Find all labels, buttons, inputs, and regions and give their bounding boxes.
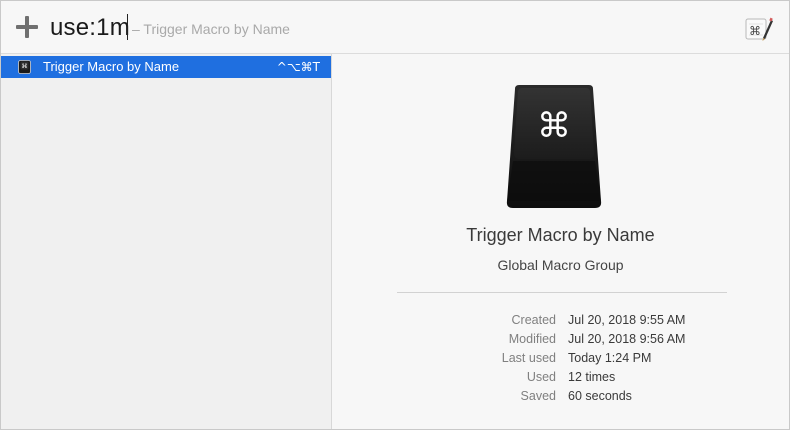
macro-group: Global Macro Group xyxy=(497,257,624,273)
search-input[interactable]: use:1m xyxy=(50,13,130,43)
search-bar: use:1m – Trigger Macro by Name ⌘ xyxy=(1,1,789,54)
info-label: Modified xyxy=(508,332,556,346)
list-item-shortcut: ^⌥⌘T xyxy=(276,60,320,74)
editor-glyph: ⌘ xyxy=(749,24,761,38)
macro-title: Trigger Macro by Name xyxy=(466,225,655,245)
info-value: Jul 20, 2018 9:56 AM xyxy=(568,332,686,346)
info-value: Jul 20, 2018 9:55 AM xyxy=(568,313,686,327)
results-list: ⌘ Trigger Macro by Name ^⌥⌘T xyxy=(1,54,332,429)
text-caret xyxy=(127,14,128,40)
info-label: Last used xyxy=(501,351,556,365)
svg-text:⌘: ⌘ xyxy=(22,63,28,70)
editor-icon[interactable]: ⌘ xyxy=(743,14,773,42)
info-created: Created Jul 20, 2018 9:55 AM xyxy=(332,311,789,330)
info-value: Today 1:24 PM xyxy=(568,351,652,365)
keycap-glyph: ⌘ xyxy=(537,106,571,146)
command-keycap-icon: ⌘ xyxy=(505,83,603,211)
plus-icon[interactable] xyxy=(15,15,39,39)
info-value: 12 times xyxy=(568,370,616,384)
command-key-icon: ⌘ xyxy=(18,60,31,74)
list-item-label: Trigger Macro by Name xyxy=(43,59,180,74)
search-hint: – Trigger Macro by Name xyxy=(132,21,290,37)
info-value: 60 seconds xyxy=(568,389,632,403)
info-label: Created xyxy=(511,313,556,327)
info-label: Used xyxy=(526,370,556,384)
macro-search-window: use:1m – Trigger Macro by Name ⌘ ⌘ Trigg… xyxy=(0,0,790,430)
list-item[interactable]: ⌘ Trigger Macro by Name ^⌥⌘T xyxy=(1,56,331,78)
info-last-used: Last used Today 1:24 PM xyxy=(332,349,789,368)
info-used: Used 12 times xyxy=(332,368,789,387)
detail-panel: ⌘ Trigger Macro by Name Global Macro Gro… xyxy=(332,54,789,429)
info-saved: Saved 60 seconds xyxy=(332,387,789,406)
info-label: Saved xyxy=(520,389,556,403)
info-modified: Modified Jul 20, 2018 9:56 AM xyxy=(332,330,789,349)
divider xyxy=(397,292,727,293)
